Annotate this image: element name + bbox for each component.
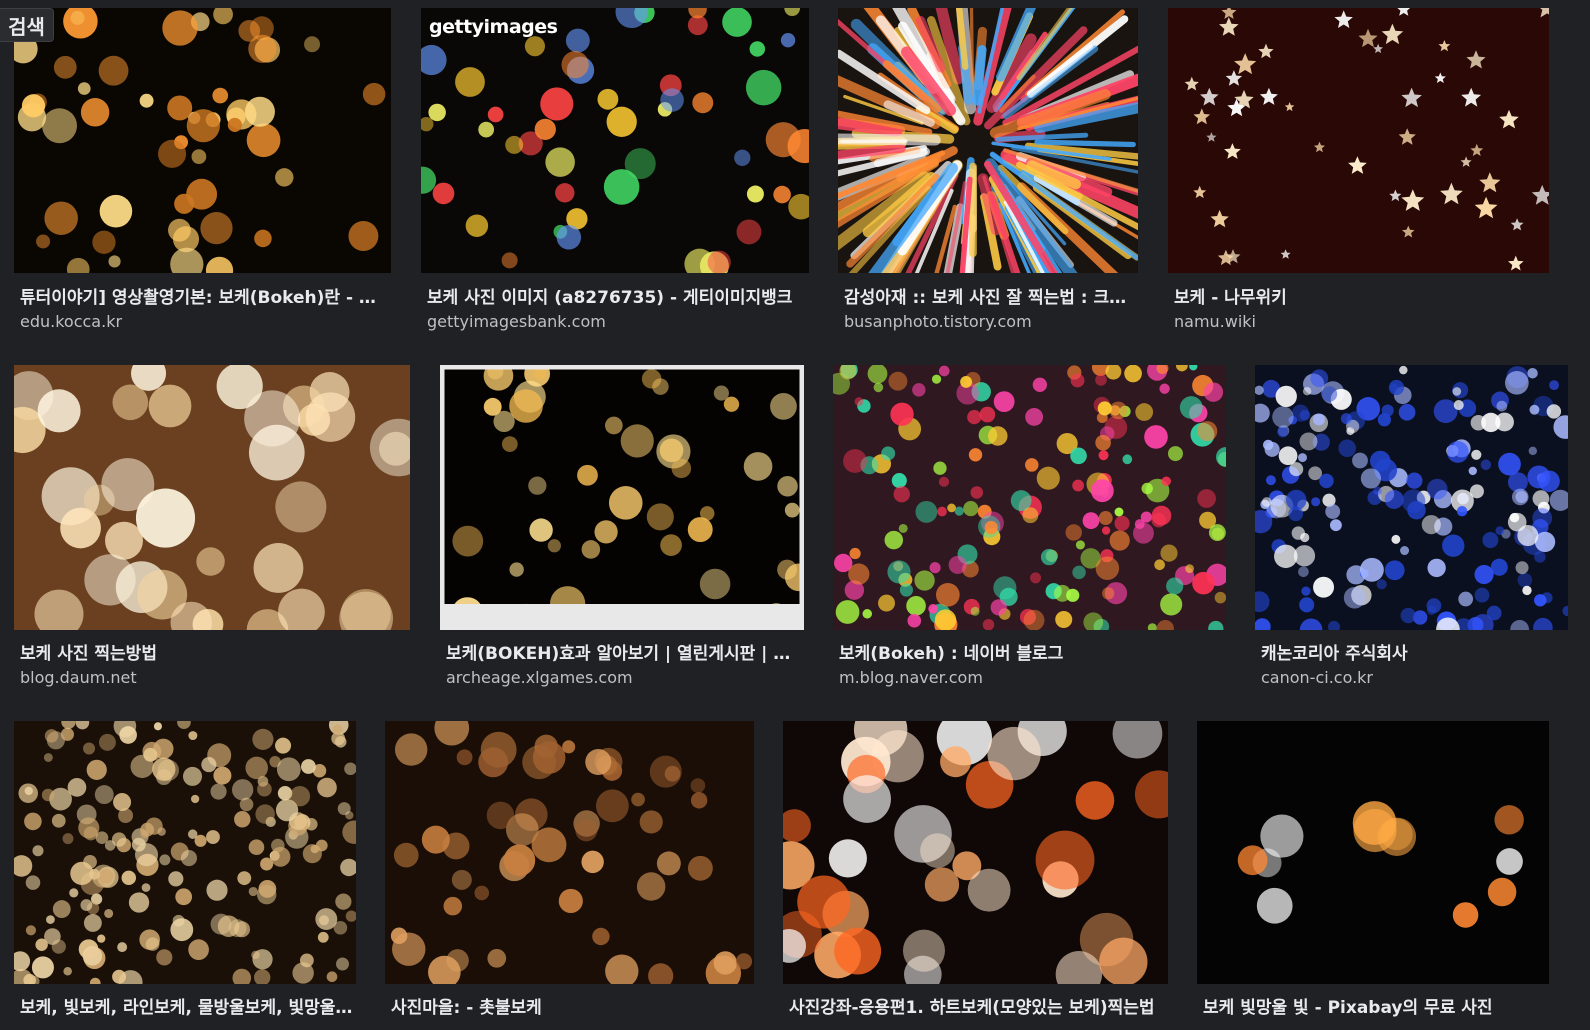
bokeh-image bbox=[1197, 721, 1549, 984]
result-title[interactable]: 사진마을: - 촛불보케 bbox=[391, 993, 754, 1018]
result-thumbnail[interactable] bbox=[833, 365, 1226, 630]
bokeh-image bbox=[14, 721, 356, 984]
image-result-card[interactable]: 사진마을: - 촛불보케 bbox=[385, 721, 754, 1030]
result-title[interactable]: 캐논코리아 주식회사 bbox=[1261, 639, 1568, 664]
image-result-card[interactable]: 사진강좌-응용편1. 하트보케(모양있는 보케)찍는법 bbox=[783, 721, 1168, 1030]
bokeh-image bbox=[1168, 8, 1549, 273]
result-thumbnail[interactable] bbox=[14, 8, 391, 273]
result-title[interactable]: 보케, 빛보케, 라인보케, 물방울보케, 빛망울, ... bbox=[20, 993, 356, 1018]
result-title[interactable]: 보케 - 나무위키 bbox=[1174, 283, 1549, 308]
result-title[interactable]: 보케 사진 찍는방법 bbox=[20, 639, 410, 664]
bokeh-image bbox=[14, 8, 391, 273]
result-thumbnail[interactable] bbox=[838, 8, 1138, 273]
result-title[interactable]: 보케 빛망울 빛 - Pixabay의 무료 사진 bbox=[1203, 993, 1549, 1018]
bokeh-image bbox=[833, 365, 1226, 630]
result-source[interactable]: archeage.xlgames.com bbox=[446, 668, 804, 687]
result-source[interactable]: edu.kocca.kr bbox=[20, 312, 391, 331]
bokeh-image bbox=[14, 365, 410, 630]
result-source[interactable]: blog.daum.net bbox=[20, 668, 410, 687]
bokeh-image bbox=[440, 365, 804, 630]
bokeh-image bbox=[1255, 365, 1568, 630]
bokeh-image bbox=[421, 8, 809, 273]
result-thumbnail[interactable] bbox=[385, 721, 754, 984]
gettyimages-watermark: gettyimages bbox=[429, 16, 558, 38]
result-thumbnail[interactable] bbox=[1197, 721, 1549, 984]
bokeh-image bbox=[783, 721, 1168, 984]
bokeh-image bbox=[838, 8, 1138, 273]
result-title[interactable]: 사진강좌-응용편1. 하트보케(모양있는 보케)찍는법 bbox=[789, 993, 1168, 1018]
result-title[interactable]: 튜터이야기] 영상촬영기본: 보케(Bokeh)란 - 콘텐... bbox=[20, 283, 391, 308]
result-thumbnail[interactable] bbox=[1168, 8, 1549, 273]
result-thumbnail[interactable] bbox=[14, 721, 356, 984]
result-source[interactable]: namu.wiki bbox=[1174, 312, 1549, 331]
result-title[interactable]: 보케 사진 이미지 (a8276735) - 게티이미지뱅크 bbox=[427, 283, 809, 308]
result-thumbnail[interactable] bbox=[14, 365, 410, 630]
result-source[interactable]: m.blog.naver.com bbox=[839, 668, 1226, 687]
result-title[interactable]: 보케(BOKEH)효과 알아보기 | 열린게시판 | 아키... bbox=[446, 639, 804, 664]
image-result-card[interactable]: 보케, 빛보케, 라인보케, 물방울보케, 빛망울, ... bbox=[14, 721, 356, 1030]
search-label[interactable]: 검색 bbox=[0, 8, 54, 42]
result-source[interactable]: canon-ci.co.kr bbox=[1261, 668, 1568, 687]
result-thumbnail[interactable] bbox=[783, 721, 1168, 984]
result-thumbnail[interactable]: gettyimages bbox=[421, 8, 809, 273]
result-thumbnail[interactable] bbox=[1255, 365, 1568, 630]
bokeh-image bbox=[385, 721, 754, 984]
result-title[interactable]: 감성아재 :: 보케 사진 잘 찍는법 : 크리... bbox=[844, 283, 1138, 308]
result-source[interactable]: gettyimagesbank.com bbox=[427, 312, 809, 331]
result-title[interactable]: 보케(Bokeh) : 네이버 블로그 bbox=[839, 639, 1226, 664]
result-thumbnail[interactable] bbox=[440, 365, 804, 630]
image-result-card[interactable]: 보케 빛망울 빛 - Pixabay의 무료 사진 bbox=[1197, 721, 1549, 1030]
result-source[interactable]: busanphoto.tistory.com bbox=[844, 312, 1138, 331]
